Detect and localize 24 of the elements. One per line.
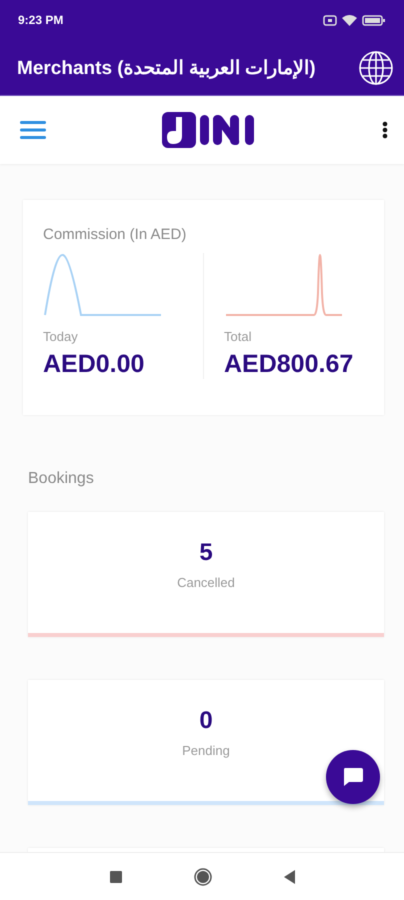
section-title: Bookings [28, 470, 95, 488]
stat-value: AED0.00 [43, 350, 146, 379]
home-icon[interactable] [194, 868, 212, 886]
wifi-icon [342, 14, 357, 26]
stat-label: Today [43, 329, 79, 344]
chat-icon [341, 765, 365, 789]
back-icon[interactable] [284, 870, 294, 884]
globe-icon[interactable] [358, 50, 394, 86]
more-options-icon[interactable] [382, 121, 388, 139]
stat-label: Total [224, 329, 252, 344]
battery-icon [362, 14, 386, 26]
booking-card[interactable]: 0 Pending [28, 680, 384, 805]
menu-icon[interactable] [20, 120, 46, 140]
app-title: Merchants (الإمارات العربية المتحدة) [17, 56, 316, 80]
booking-status: Cancelled [177, 575, 235, 590]
booking-card[interactable]: 5 Cancelled [28, 512, 384, 637]
booking-count: 0 [199, 707, 213, 735]
card-title: Commission (In AED) [42, 226, 188, 243]
booking-count: 5 [199, 539, 213, 567]
recent-apps-icon[interactable] [110, 870, 122, 882]
booking-status: Pending [182, 743, 230, 758]
status-time: 9:23 PM [18, 13, 64, 27]
screen-cast-icon [323, 14, 337, 26]
stat-value: AED800.67 [224, 350, 354, 379]
